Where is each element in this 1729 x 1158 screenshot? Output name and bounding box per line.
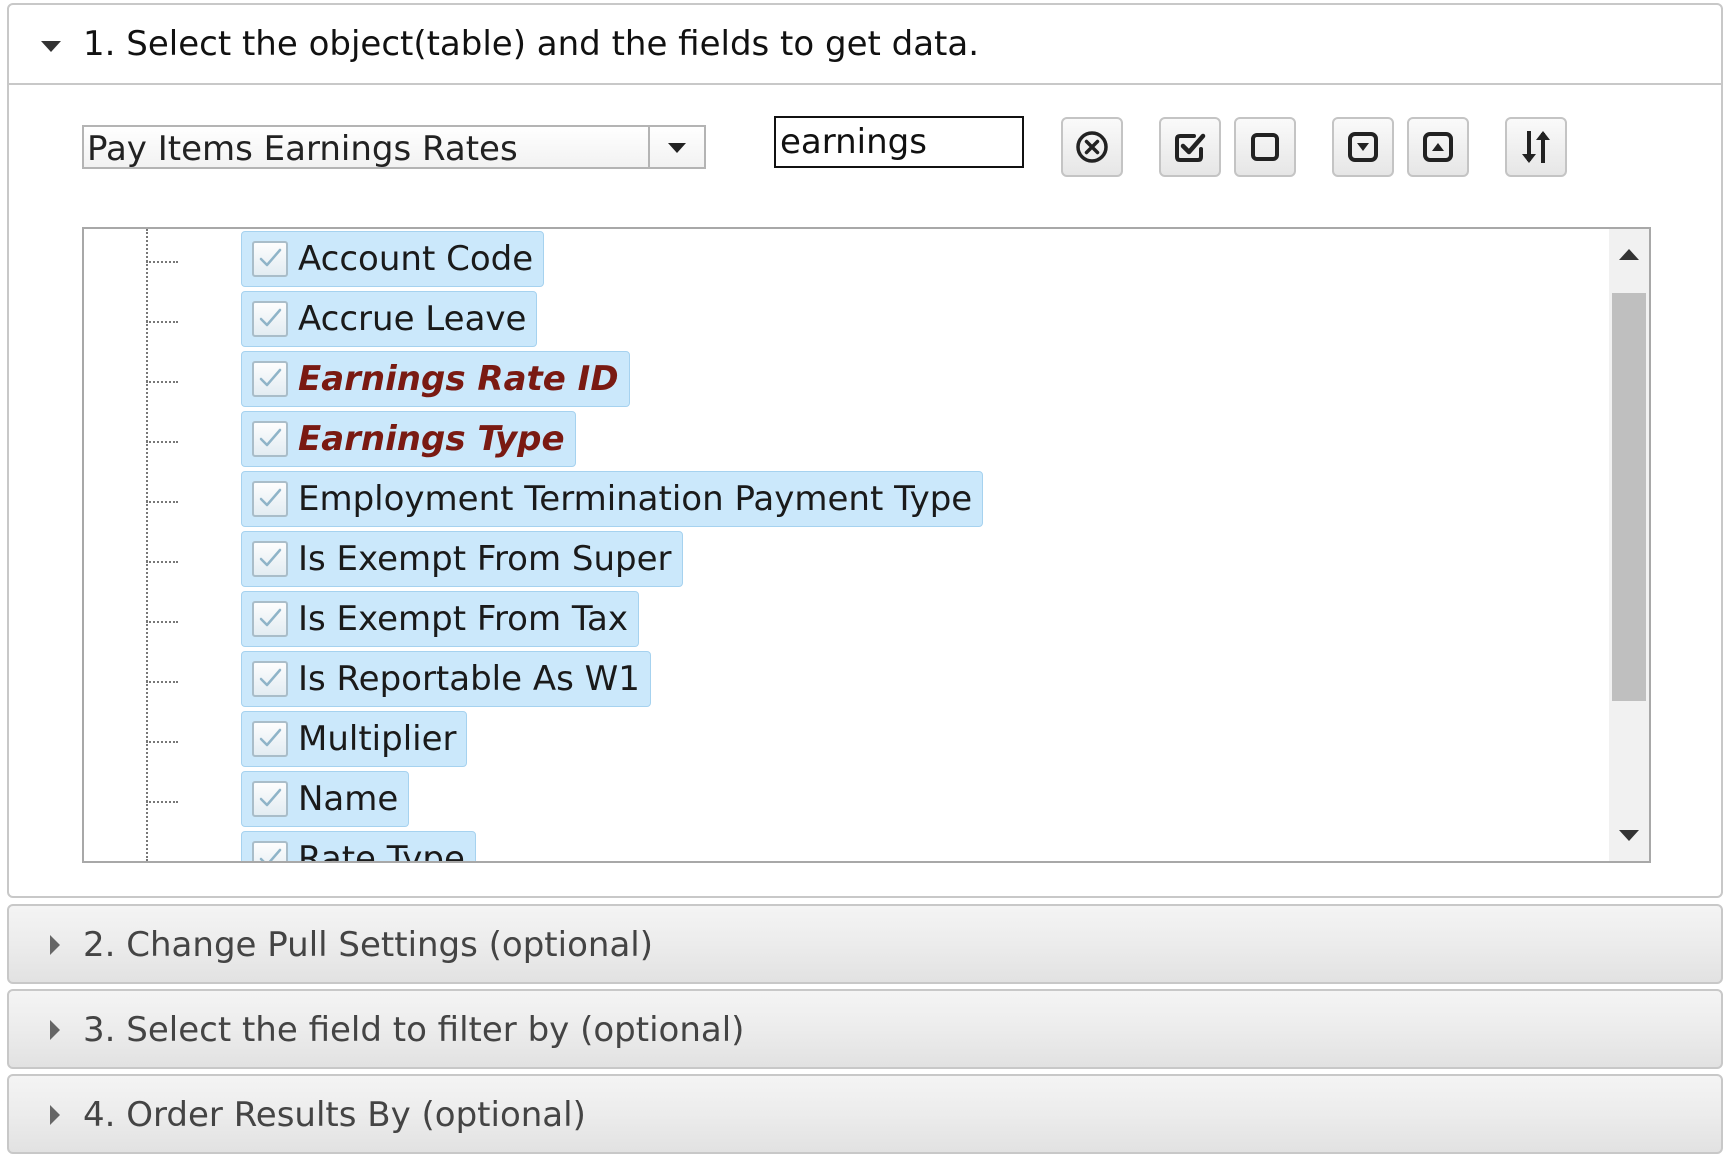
tree-connector <box>146 741 178 743</box>
sort-icon <box>1522 131 1550 163</box>
field-label: Account Code <box>298 239 534 279</box>
tree-connector <box>146 561 178 563</box>
collapsed-arrow-icon[interactable] <box>50 935 60 955</box>
section-order-by[interactable]: 4. Order Results By (optional) <box>7 1074 1723 1154</box>
section-2-title: 2. Change Pull Settings (optional) <box>83 925 653 965</box>
field-tree: Account Code Accrue Leave Earnings Rate ID… <box>82 227 1651 863</box>
sort-button[interactable] <box>1505 117 1567 177</box>
field-item-selected[interactable]: Employment Termination Payment Type <box>241 471 984 527</box>
divider <box>9 83 1721 85</box>
tree-connector <box>146 381 178 383</box>
tree-connector <box>146 861 178 863</box>
section-1-header[interactable]: 1. Select the object(table) and the fiel… <box>9 5 1721 83</box>
field-checkbox[interactable] <box>252 481 288 517</box>
field-checkbox[interactable] <box>252 241 288 277</box>
field-item-selected[interactable]: Is Exempt From Super <box>241 531 683 587</box>
check-all-button[interactable] <box>1159 117 1221 177</box>
chevron-down-icon <box>668 143 686 153</box>
field-label: Rate Type <box>298 839 465 863</box>
checkmark-icon <box>259 848 282 861</box>
field-checkbox[interactable] <box>252 541 288 577</box>
field-label: Employment Termination Payment Type <box>298 479 973 519</box>
section-1-title: 1. Select the object(table) and the fiel… <box>83 24 980 64</box>
field-item-selected[interactable]: Name <box>241 771 410 827</box>
collapse-all-button[interactable] <box>1407 117 1469 177</box>
field-checkbox[interactable] <box>252 721 288 757</box>
collapsed-arrow-icon[interactable] <box>50 1020 60 1040</box>
scroll-thumb[interactable] <box>1612 293 1646 701</box>
clear-circle-x-icon <box>1076 131 1108 163</box>
field-label: Name <box>298 779 399 819</box>
field-item-selected[interactable]: Earnings Type <box>241 411 576 467</box>
checkmark-icon <box>259 608 282 627</box>
expand-all-button[interactable] <box>1332 117 1394 177</box>
object-select-value: Pay Items Earnings Rates <box>87 129 518 169</box>
scroll-up-arrow-icon[interactable] <box>1619 249 1639 260</box>
checkmark-icon <box>259 668 282 687</box>
tree-connector <box>146 501 178 503</box>
checkmark-icon <box>259 488 282 507</box>
checkmark-icon <box>259 428 282 447</box>
checkmark-icon <box>259 368 282 387</box>
uncheck-all-button[interactable] <box>1234 117 1296 177</box>
field-label: Is Exempt From Tax <box>298 599 629 639</box>
section-pull-settings[interactable]: 2. Change Pull Settings (optional) <box>7 904 1723 984</box>
field-checkbox[interactable] <box>252 841 288 861</box>
field-label: Accrue Leave <box>298 299 527 339</box>
expanded-arrow-icon[interactable] <box>41 41 61 52</box>
field-checkbox[interactable] <box>252 361 288 397</box>
section-4-title: 4. Order Results By (optional) <box>83 1095 586 1135</box>
field-checkbox[interactable] <box>252 601 288 637</box>
tree-line <box>146 229 148 861</box>
checkmark-icon <box>259 548 282 567</box>
tree-connector <box>146 681 178 683</box>
field-label: Is Exempt From Super <box>298 539 672 579</box>
field-item-selected[interactable]: Is Exempt From Tax <box>241 591 640 647</box>
field-checkbox[interactable] <box>252 781 288 817</box>
checkmark-icon <box>259 308 282 327</box>
collapse-up-icon <box>1423 132 1453 162</box>
check-all-icon <box>1175 133 1206 162</box>
field-label: Earnings Type <box>298 419 565 459</box>
section-4-header[interactable]: 4. Order Results By (optional) <box>9 1076 1721 1154</box>
tree-connector <box>146 441 178 443</box>
checkmark-icon <box>259 248 282 267</box>
field-item-selected[interactable]: Earnings Rate ID <box>241 351 630 407</box>
field-label: Is Reportable As W1 <box>298 659 640 699</box>
expand-down-icon <box>1348 132 1378 162</box>
collapsed-arrow-icon[interactable] <box>50 1105 60 1125</box>
section-3-header[interactable]: 3. Select the field to filter by (option… <box>9 991 1721 1069</box>
section-filter[interactable]: 3. Select the field to filter by (option… <box>7 989 1723 1069</box>
tree-connector <box>146 261 178 263</box>
dropdown-button[interactable] <box>648 127 704 167</box>
field-search-input[interactable] <box>774 116 1024 168</box>
section-3-title: 3. Select the field to filter by (option… <box>83 1010 745 1050</box>
field-item-selected[interactable]: Rate Type <box>241 831 476 863</box>
vertical-scrollbar[interactable] <box>1609 229 1649 861</box>
field-label: Earnings Rate ID <box>298 359 619 399</box>
scroll-down-arrow-icon[interactable] <box>1619 830 1639 841</box>
field-item-selected[interactable]: Multiplier <box>241 711 468 767</box>
tree-connector <box>146 801 178 803</box>
tree-connector <box>146 321 178 323</box>
object-select[interactable]: Pay Items Earnings Rates <box>82 125 706 169</box>
field-checkbox[interactable] <box>252 421 288 457</box>
tree-connector <box>146 621 178 623</box>
field-item-selected[interactable]: Accrue Leave <box>241 291 538 347</box>
field-item-selected[interactable]: Is Reportable As W1 <box>241 651 651 707</box>
clear-search-button[interactable] <box>1061 117 1123 177</box>
checkmark-icon <box>259 728 282 747</box>
field-label: Multiplier <box>298 719 457 759</box>
section-2-header[interactable]: 2. Change Pull Settings (optional) <box>9 906 1721 984</box>
field-checkbox[interactable] <box>252 661 288 697</box>
uncheck-all-icon <box>1251 133 1279 161</box>
checkmark-icon <box>259 788 282 807</box>
field-item-selected[interactable]: Account Code <box>241 231 545 287</box>
field-checkbox[interactable] <box>252 301 288 337</box>
